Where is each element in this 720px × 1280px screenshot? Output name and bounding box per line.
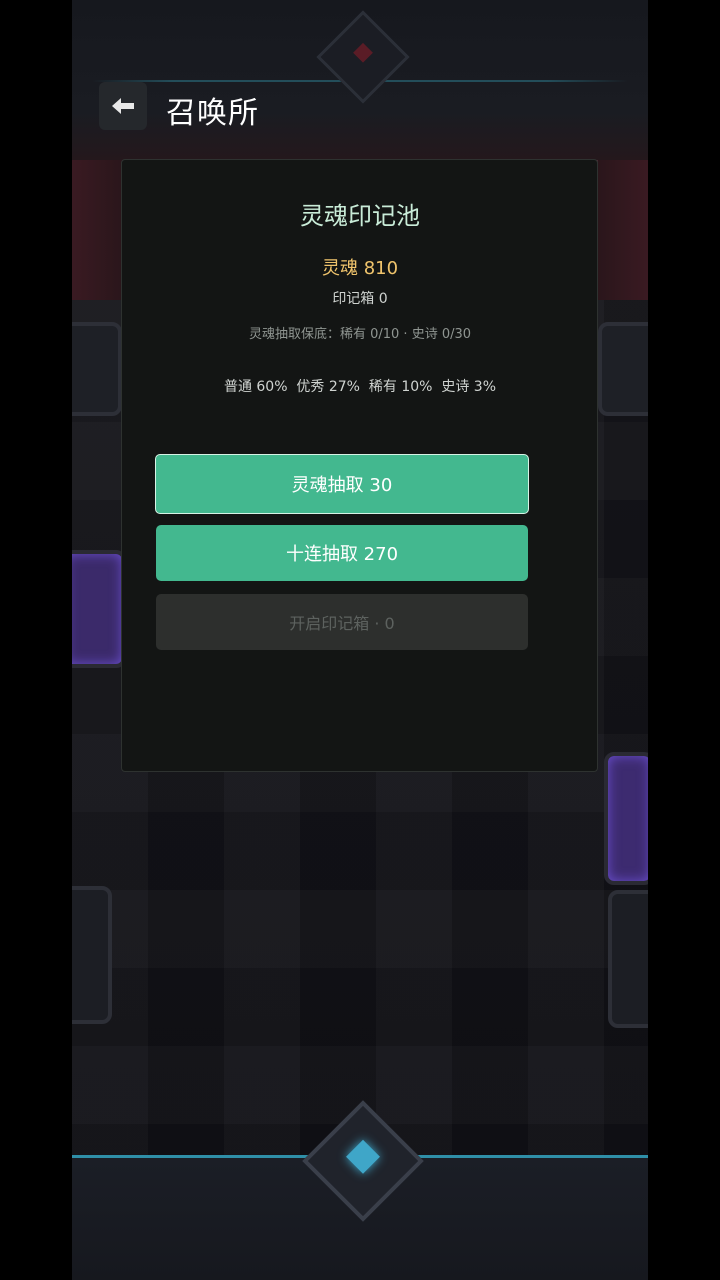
- box-label: 印记箱: [332, 291, 375, 307]
- pity-info: 灵魂抽取保底：稀有 0/10 · 史诗 0/30: [248, 327, 472, 342]
- purple-crystal-tile-left: [72, 550, 126, 668]
- open-box-button[interactable]: 开启印记箱 · 0: [156, 594, 528, 650]
- mark-box-count: 印记箱 0: [0, 288, 720, 308]
- back-button[interactable]: [99, 82, 147, 130]
- back-arrow-icon: [110, 96, 136, 116]
- drop-rates: 普通 60% 优秀 27% 稀有 10% 史诗 3%: [223, 379, 497, 395]
- soul-label: 灵魂: [321, 258, 358, 279]
- ten-draw-label: 十连抽取 270: [285, 544, 399, 565]
- pool-title: 灵魂印记池: [300, 202, 420, 230]
- page-title: 召唤所: [166, 96, 259, 131]
- single-draw-label: 灵魂抽取 30: [291, 475, 393, 496]
- stone-pillar-lower-left: [72, 886, 112, 1024]
- single-draw-button[interactable]: 灵魂抽取 30: [155, 454, 529, 514]
- stone-pillar-lower-right: [608, 890, 648, 1028]
- purple-crystal-tile-right: [604, 752, 648, 885]
- soul-value: 810: [363, 258, 399, 279]
- soul-balance: 灵魂 810: [0, 254, 720, 280]
- box-value: 0: [378, 291, 388, 307]
- open-box-label: 开启印记箱 · 0: [289, 614, 395, 633]
- ten-draw-button[interactable]: 十连抽取 270: [156, 525, 528, 581]
